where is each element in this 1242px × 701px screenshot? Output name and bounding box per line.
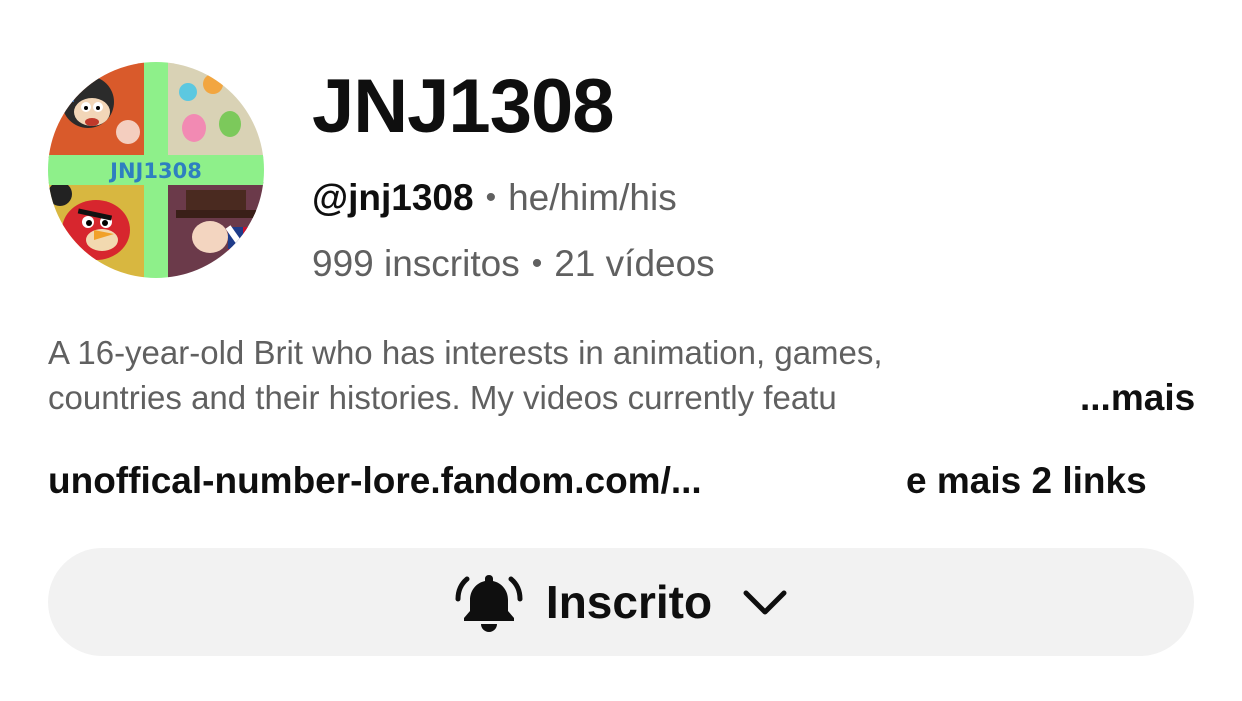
bell-ring-icon (455, 575, 523, 632)
channel-description[interactable]: A 16-year-old Brit who has interests in … (48, 330, 1195, 420)
channel-name: JNJ1308 (312, 64, 614, 149)
subscribed-button[interactable]: Inscrito (48, 548, 1194, 656)
chevron-down-icon (743, 590, 787, 615)
description-line-1: A 16-year-old Brit who has interests in … (48, 334, 883, 371)
channel-handle-row: @jnj1308 • he/him/his (312, 176, 677, 220)
avatar-watermark: JNJ1308 (108, 159, 202, 183)
avatar-collage: JNJ1308 (48, 62, 264, 278)
separator-dot: • (485, 181, 497, 214)
more-links-button[interactable]: e mais 2 links (906, 458, 1147, 504)
channel-handle[interactable]: @jnj1308 (312, 177, 474, 218)
description-more-button[interactable]: ...mais (1080, 375, 1195, 420)
subscribed-label: Inscrito (545, 576, 713, 628)
channel-stats-row: 999 inscritos • 21 vídeos (312, 242, 715, 286)
video-count: 21 vídeos (554, 243, 715, 284)
primary-link[interactable]: unoffical-number-lore.fandom.com/... (48, 460, 702, 501)
subscriber-count: 999 inscritos (312, 243, 520, 284)
channel-pronouns: he/him/his (508, 177, 677, 218)
channel-links: unoffical-number-lore.fandom.com/... e m… (48, 458, 1147, 504)
description-line-2: countries and their histories. My videos… (48, 379, 837, 416)
separator-dot: • (531, 247, 543, 280)
channel-avatar[interactable]: JNJ1308 (48, 62, 264, 278)
